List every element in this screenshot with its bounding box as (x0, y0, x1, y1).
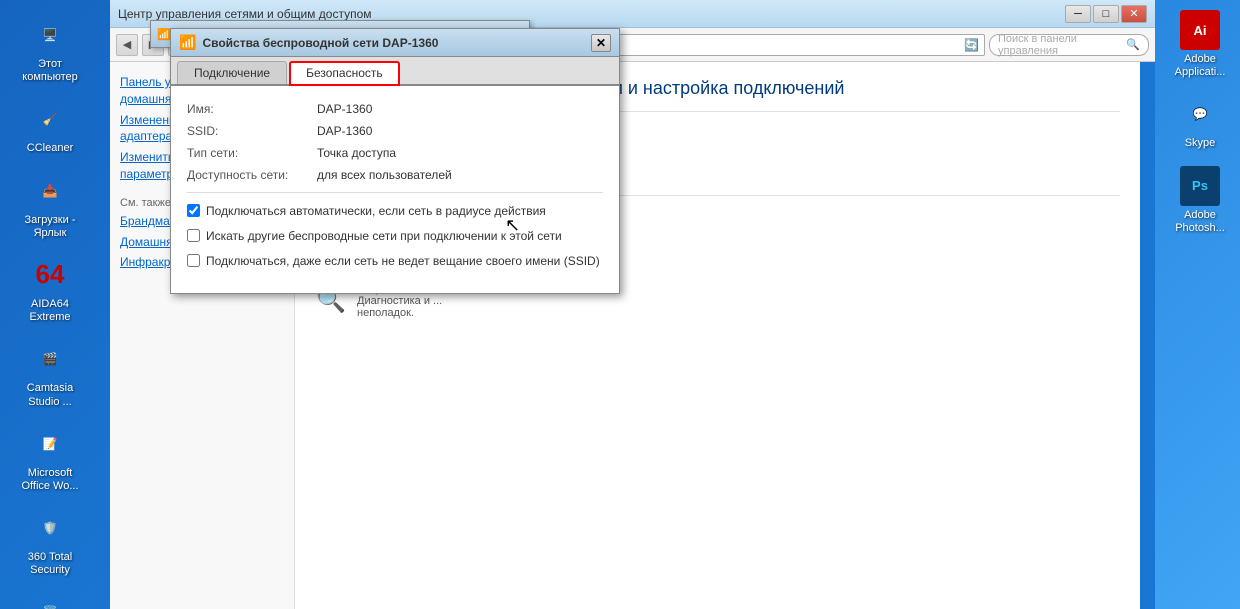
right-panel (1140, 62, 1155, 609)
ccleaner-label: CCleaner (27, 142, 73, 155)
desktop-icon-trash[interactable]: 🗑️ Корзина (5, 587, 95, 609)
main-window: Центр управления сетями и общим доступом… (110, 0, 1155, 609)
computer-icon: 🖥️ (30, 15, 70, 55)
info-value-ssid: DAP-1360 (317, 124, 372, 138)
desktop: 🖥️ Этот компьютер 🧹 CCleaner 📥 Загрузки … (0, 0, 1240, 609)
camtasia-label: CamtasiaStudio ... (27, 382, 73, 408)
photoshop-icon: Ps (1180, 166, 1220, 206)
dialog-close-button[interactable]: ✕ (591, 34, 611, 52)
photoshop-label: AdobePhotosh... (1175, 209, 1225, 235)
desktop-icon-camtasia[interactable]: 🎬 CamtasiaStudio ... (5, 334, 95, 413)
desktop-icons-left: 🖥️ Этот компьютер 🧹 CCleaner 📥 Загрузки … (0, 0, 110, 609)
troubleshoot-desc: Диагностика и ...неполадок. (357, 295, 449, 319)
downloads-label: Загрузки -Ярлык (25, 214, 76, 240)
maximize-button[interactable]: □ (1093, 5, 1119, 23)
close-button[interactable]: ✕ (1121, 5, 1147, 23)
checkbox-auto-connect-label: Подключаться автоматически, если сеть в … (206, 203, 546, 220)
desktop-icon-adobe[interactable]: Ai AdobeApplicati... (1160, 5, 1240, 84)
desktop-icon-downloads[interactable]: 📥 Загрузки -Ярлык (5, 166, 95, 245)
dialog-tabs: Подключение Безопасность (171, 57, 619, 86)
checkbox-connect-hidden-input[interactable] (187, 254, 200, 267)
msoffice-label: MicrosoftOffice Wo... (21, 467, 78, 493)
dialog-content: Имя: DAP-1360 SSID: DAP-1360 Тип сети: Т… (171, 86, 619, 293)
checkbox-search-other-label: Искать другие беспроводные сети при подк… (206, 228, 562, 245)
msoffice-icon: 📝 (30, 424, 70, 464)
checkbox-search-other: Искать другие беспроводные сети при подк… (187, 228, 603, 245)
downloads-icon: 📥 (30, 171, 70, 211)
info-divider (187, 192, 603, 193)
desktop-icon-computer[interactable]: 🖥️ Этот компьютер (5, 10, 95, 89)
info-label-network-type: Тип сети: (187, 146, 317, 160)
desktop-icon-aida64[interactable]: 64 AIDA64Extreme (5, 250, 95, 329)
tab-security[interactable]: Безопасность (289, 61, 400, 86)
info-value-name: DAP-1360 (317, 102, 372, 116)
dialog-title-text: Свойства беспроводной сети DAP-1360 (202, 36, 591, 50)
dialog-title-bar: 📶 Свойства беспроводной сети DAP-1360 ✕ (171, 29, 619, 57)
desktop-icon-skype[interactable]: 💬 Skype (1160, 89, 1240, 155)
desktop-icon-360security[interactable]: 🛡️ 360 Total Security (5, 503, 95, 582)
info-row-name: Имя: DAP-1360 (187, 102, 603, 116)
back-button[interactable]: ◀ (116, 34, 138, 56)
checkbox-search-other-input[interactable] (187, 229, 200, 242)
aida64-icon: 64 (30, 255, 70, 295)
tab-connection[interactable]: Подключение (177, 61, 287, 84)
title-bar-controls: ─ □ ✕ (1065, 5, 1147, 23)
adobe-icon: Ai (1180, 10, 1220, 50)
info-value-availability: для всех пользователей (317, 168, 452, 182)
info-label-ssid: SSID: (187, 124, 317, 138)
desktop-icon-msoffice[interactable]: 📝 MicrosoftOffice Wo... (5, 419, 95, 498)
window-title: Центр управления сетями и общим доступом (118, 7, 1065, 21)
camtasia-icon: 🎬 (30, 339, 70, 379)
checkbox-auto-connect-input[interactable] (187, 204, 200, 217)
desktop-icon-photoshop[interactable]: Ps AdobePhotosh... (1160, 161, 1240, 240)
info-value-network-type: Точка доступа (317, 146, 396, 160)
adobe-label: AdobeApplicati... (1175, 53, 1226, 79)
ccleaner-icon: 🧹 (30, 99, 70, 139)
wifi-properties-dialog: 📶 Свойства беспроводной сети DAP-1360 ✕ … (170, 28, 620, 294)
checkbox-connect-hidden-label: Подключаться, даже если сеть не ведет ве… (206, 253, 600, 270)
security360-label: 360 Total Security (10, 551, 90, 577)
info-row-network-type: Тип сети: Точка доступа (187, 146, 603, 160)
info-row-ssid: SSID: DAP-1360 (187, 124, 603, 138)
search-box[interactable]: Поиск в панели управления 🔍 (989, 34, 1149, 56)
security360-icon: 🛡️ (30, 508, 70, 548)
desktop-icons-right: Ai AdobeApplicati... 💬 Skype Ps AdobePho… (1155, 0, 1240, 245)
refresh-icon[interactable]: 🔄 (964, 38, 979, 52)
desktop-icon-ccleaner[interactable]: 🧹 CCleaner (5, 94, 95, 160)
search-icon: 🔍 (1126, 38, 1140, 51)
wifi-status-icon: 📶 (157, 28, 171, 41)
minimize-button[interactable]: ─ (1065, 5, 1091, 23)
trash-icon: 🗑️ (30, 592, 70, 609)
computer-label: Этот компьютер (10, 58, 90, 84)
info-row-availability: Доступность сети: для всех пользователей (187, 168, 603, 182)
aida64-label: AIDA64Extreme (30, 298, 71, 324)
skype-icon: 💬 (1180, 94, 1220, 134)
checkbox-connect-hidden: Подключаться, даже если сеть не ведет ве… (187, 253, 603, 270)
info-label-name: Имя: (187, 102, 317, 116)
dialog-title-icon: 📶 (179, 34, 196, 51)
checkbox-auto-connect: Подключаться автоматически, если сеть в … (187, 203, 603, 220)
search-placeholder: Поиск в панели управления (998, 33, 1122, 57)
skype-label: Skype (1185, 137, 1216, 150)
info-label-availability: Доступность сети: (187, 168, 317, 182)
